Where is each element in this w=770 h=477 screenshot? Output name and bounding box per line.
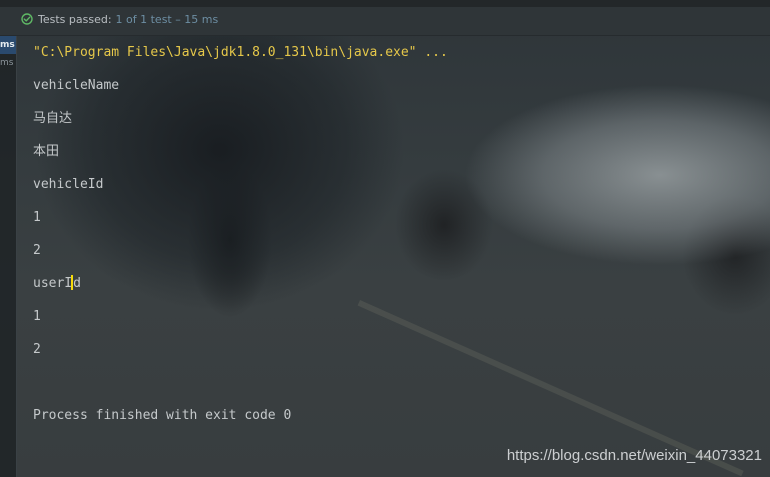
- test-tree-panel: [0, 36, 17, 477]
- test-tree-item[interactable]: ms: [0, 54, 16, 72]
- console-line: vehicleId: [33, 177, 104, 192]
- console-command-line: "C:\Program Files\Java\jdk1.8.0_131\bin\…: [33, 45, 448, 60]
- tests-passed-label: Tests passed:: [38, 12, 112, 26]
- top-edge-strip: [0, 0, 770, 7]
- test-status-bar: Tests passed: 1 of 1 test – 15 ms: [0, 0, 770, 36]
- test-result-summary[interactable]: Tests passed: 1 of 1 test – 15 ms: [21, 11, 218, 27]
- caret-line-suffix: d: [73, 276, 81, 291]
- console-line: 2: [33, 243, 41, 258]
- tests-passed-detail: 1 of 1 test – 15 ms: [115, 12, 219, 26]
- console-line: 2: [33, 342, 41, 357]
- console-line: 本田: [33, 144, 60, 159]
- watermark-url: https://blog.csdn.net/weixin_44073321: [506, 447, 762, 464]
- console-exit-line: Process finished with exit code 0: [33, 408, 292, 423]
- console-line: 马自达: [33, 111, 73, 126]
- run-console-window: Tests passed: 1 of 1 test – 15 ms ms ms …: [0, 0, 770, 477]
- console-line: vehicleName: [33, 78, 120, 93]
- console-line: 1: [33, 210, 41, 225]
- caret-line-prefix: userI: [33, 276, 73, 291]
- check-circle-icon: [21, 13, 33, 25]
- test-tree-item-selected[interactable]: ms: [0, 36, 16, 54]
- console-line: 1: [33, 309, 41, 324]
- console-line-with-caret: userId: [33, 274, 81, 294]
